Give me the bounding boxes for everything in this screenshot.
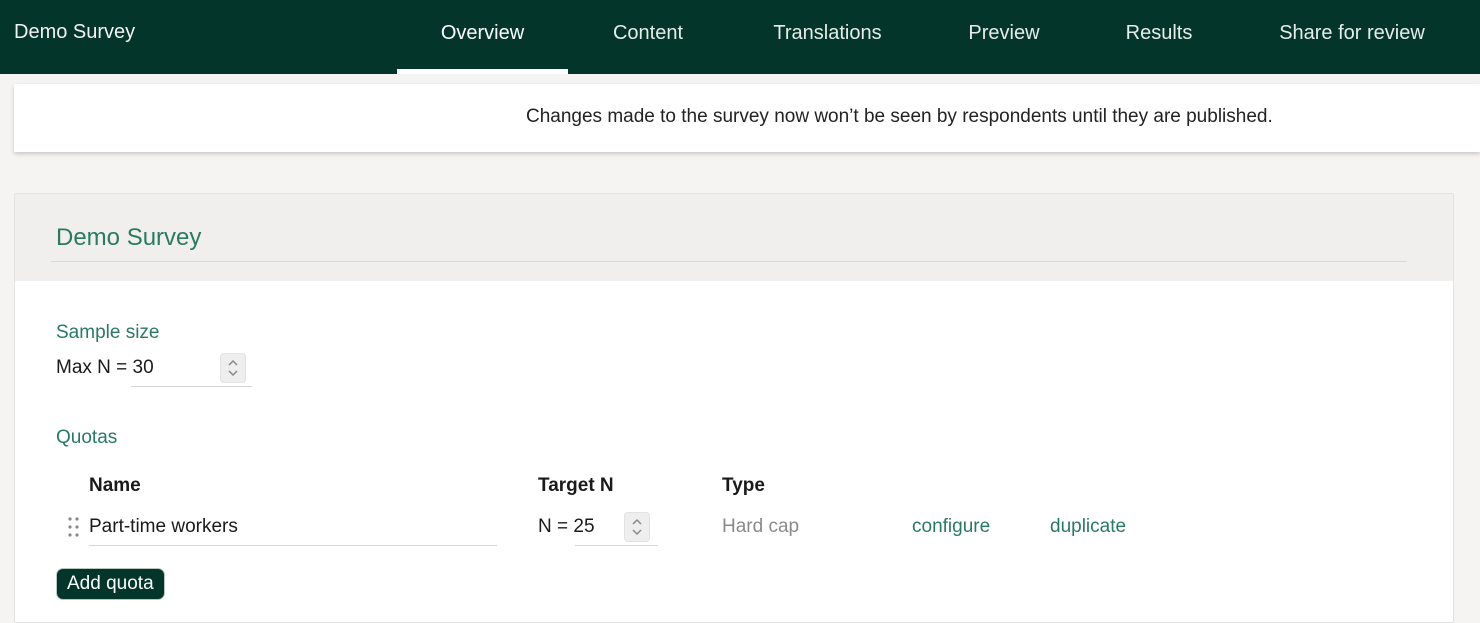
sample-size-label: Sample size (56, 322, 160, 343)
panel-header: Demo Survey (15, 194, 1453, 281)
sample-size-stepper[interactable] (220, 353, 246, 383)
drag-handle-icon[interactable] (67, 516, 81, 538)
app-title: Demo Survey (14, 21, 136, 43)
quota-name-input[interactable]: Part-time workers (89, 516, 238, 538)
sample-size-underline (131, 386, 252, 387)
top-nav-bar: Demo Survey Overview Content Translation… (0, 0, 1480, 74)
header-divider (51, 261, 1407, 262)
quotas-label: Quotas (56, 427, 118, 448)
stepper-chevrons-icon (228, 359, 238, 377)
duplicate-link[interactable]: duplicate (1050, 516, 1126, 538)
quota-col-target: Target N (538, 475, 614, 496)
survey-panel: Demo Survey Sample size Max N = 30 Quota… (14, 193, 1454, 623)
tab-share-for-review[interactable]: Share for review (1262, 0, 1442, 74)
sample-size-value[interactable]: Max N = 30 (56, 357, 154, 379)
quota-type-value: Hard cap (722, 516, 800, 537)
notice-text: Changes made to the survey now won’t be … (526, 106, 1273, 127)
quota-col-name: Name (89, 475, 141, 496)
quota-target-value[interactable]: N = 25 (538, 516, 595, 538)
quota-col-type: Type (722, 475, 765, 496)
unpublished-changes-notice: Changes made to the survey now won’t be … (14, 84, 1480, 152)
quota-target-stepper[interactable] (624, 512, 650, 542)
tab-results[interactable]: Results (1108, 0, 1210, 74)
tab-content[interactable]: Content (590, 0, 706, 74)
survey-title: Demo Survey (56, 224, 202, 251)
quota-target-underline (575, 545, 658, 546)
add-quota-button[interactable]: Add quota (57, 569, 164, 599)
stepper-chevrons-icon (632, 518, 642, 536)
quota-name-underline (89, 545, 497, 546)
tab-translations[interactable]: Translations (755, 0, 900, 74)
tab-preview[interactable]: Preview (950, 0, 1058, 74)
configure-link[interactable]: configure (912, 516, 990, 538)
tab-overview[interactable]: Overview (397, 0, 568, 74)
